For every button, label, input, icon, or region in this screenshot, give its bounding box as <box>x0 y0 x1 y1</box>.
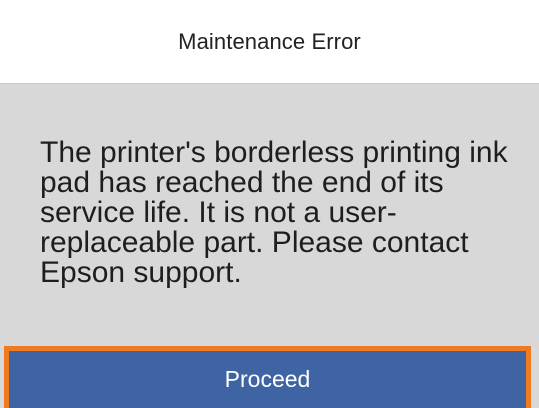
dialog-title: Maintenance Error <box>178 28 361 54</box>
proceed-button[interactable]: Proceed <box>4 346 531 408</box>
proceed-button-label: Proceed <box>224 366 311 392</box>
button-bar: Proceed <box>0 346 539 408</box>
dialog-header: Maintenance Error <box>0 0 539 84</box>
message-panel: The printer's borderless printing ink pa… <box>0 84 539 346</box>
error-message: The printer's borderless printing ink pa… <box>40 136 508 289</box>
